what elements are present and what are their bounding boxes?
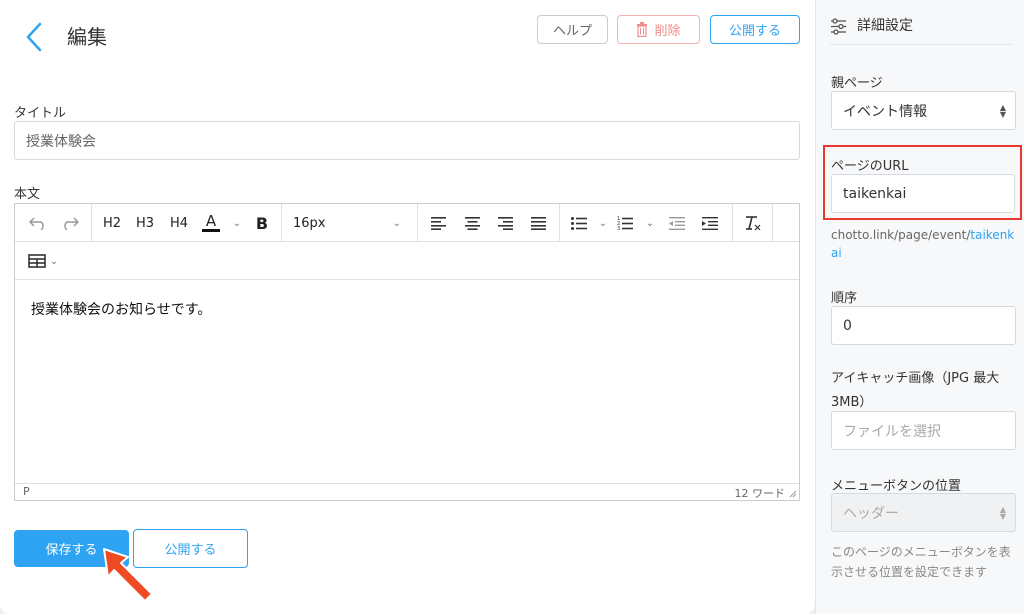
toolbar-divider (91, 204, 92, 242)
indent-button[interactable] (698, 204, 722, 242)
menu-position-help: このページのメニューボタンを表示させる位置を設定できます (831, 545, 1011, 579)
outdent-button[interactable] (665, 204, 689, 242)
undo-icon (29, 217, 44, 230)
body-label: 本文 (14, 187, 41, 202)
bullet-list-icon (571, 216, 587, 230)
toolbar-divider (559, 204, 560, 242)
menu-position-select[interactable]: ヘッダー ▲ ▼ (831, 493, 1016, 532)
align-justify-button[interactable] (525, 204, 551, 242)
heading-2-button[interactable]: H2 (98, 204, 126, 242)
select-arrows-icon: ▲ ▼ (999, 103, 1006, 119)
element-path: P (23, 485, 30, 498)
text-color-button[interactable]: A (200, 204, 222, 242)
title-input[interactable]: 授業体験会 (14, 121, 800, 160)
numbered-list-button[interactable]: 123 (614, 204, 636, 242)
parent-page-label: 親ページ (831, 76, 883, 91)
bullet-list-button[interactable] (568, 204, 590, 242)
rich-text-editor: H2 H3 H4 A ⌄ B 16px ⌄ ⌄ 1 2 3 ⌄ ⌄ 授業体験会の… (14, 203, 800, 501)
redo-button[interactable] (55, 204, 85, 242)
font-size-select[interactable]: 16px ⌄ (285, 204, 409, 242)
help-button[interactable]: ヘルプ (537, 15, 608, 44)
sidebar-title: 詳細設定 (857, 18, 913, 34)
bold-button[interactable]: B (251, 204, 273, 242)
order-value: 0 (843, 317, 852, 334)
chevron-down-icon: ⌄ (392, 217, 401, 229)
toolbar-divider (281, 204, 282, 242)
align-left-icon (430, 216, 446, 230)
table-button[interactable]: ⌄ (23, 242, 63, 280)
outdent-icon (669, 216, 685, 230)
settings-sidebar: 詳細設定 親ページ イベント情報 ▲ ▼ ページのURL taikenkai ch… (815, 0, 1024, 614)
align-justify-icon (530, 216, 546, 230)
title-value: 授業体験会 (26, 133, 96, 150)
page-url-preview: chotto.link/page/event/taikenkai (831, 226, 1017, 262)
toolbar-divider (417, 204, 418, 242)
text-color-swatch (202, 229, 220, 232)
chevron-down-icon[interactable]: ⌄ (230, 204, 244, 242)
parent-page-value: イベント情報 (843, 103, 927, 120)
heading-4-button[interactable]: H4 (165, 204, 193, 242)
align-right-icon (497, 216, 513, 230)
align-center-icon (464, 216, 480, 230)
align-right-button[interactable] (492, 204, 518, 242)
delete-button[interactable]: 削除 (617, 15, 700, 44)
page-title: 編集 (67, 25, 107, 49)
heading-3-button[interactable]: H3 (131, 204, 159, 242)
font-size-value: 16px (293, 215, 326, 231)
menu-position-label: メニューボタンの位置 (831, 479, 962, 494)
order-input[interactable]: 0 (831, 306, 1016, 345)
clear-format-icon (746, 216, 761, 231)
chevron-down-icon: ⌄ (49, 255, 59, 267)
align-center-button[interactable] (459, 204, 485, 242)
table-icon (27, 254, 46, 268)
page-url-value: taikenkai (843, 185, 907, 202)
undo-button[interactable] (23, 204, 53, 242)
sidebar-header: 詳細設定 (830, 15, 1012, 45)
trash-icon (637, 22, 648, 37)
order-label: 順序 (831, 291, 858, 306)
file-placeholder: ファイルを選択 (843, 423, 941, 440)
header-publish-button[interactable]: 公開する (710, 15, 800, 44)
url-prefix: chotto.link/page/event/ (831, 228, 971, 242)
header-publish-label: 公開する (728, 24, 781, 39)
back-chevron-icon[interactable] (24, 22, 46, 52)
text-color-icon: A (205, 212, 217, 230)
save-label: 保存する (45, 543, 98, 558)
numbered-list-icon: 123 (617, 216, 633, 230)
page-url-label: ページのURL (831, 159, 909, 174)
clear-format-button[interactable] (739, 204, 765, 242)
delete-label: 削除 (654, 24, 681, 39)
svg-text:3: 3 (617, 226, 620, 230)
parent-page-select[interactable]: イベント情報 ▲ ▼ (831, 91, 1016, 130)
editor-content[interactable]: 授業体験会のお知らせです。 (31, 299, 211, 319)
publish-label: 公開する (164, 543, 217, 558)
align-left-button[interactable] (425, 204, 451, 242)
toolbar-divider (732, 204, 733, 242)
editor-toolbar: H2 H3 H4 A ⌄ B 16px ⌄ ⌄ 1 2 3 ⌄ (15, 204, 799, 242)
editor-main: 編集 ヘルプ 削除 公開する タイトル 授業体験会 本文 H2 H3 H4 A … (0, 0, 815, 614)
word-count: 12 ワード (734, 487, 786, 500)
editor-statusbar: P 12 ワード (15, 483, 799, 500)
toolbar-divider (772, 204, 773, 242)
title-label: タイトル (14, 106, 67, 121)
sliders-icon (831, 18, 846, 35)
redo-icon (64, 217, 79, 230)
pointer-arrow-icon (103, 548, 153, 602)
menu-position-value: ヘッダー (843, 505, 899, 522)
chevron-down-icon[interactable]: ⌄ (596, 204, 610, 242)
editor-toolbar-row-2: ⌄ (15, 242, 799, 280)
indent-icon (702, 216, 718, 230)
select-arrows-icon: ▲ ▼ (999, 505, 1006, 521)
resize-handle-icon[interactable] (789, 490, 797, 498)
eyecatch-file-input[interactable]: ファイルを選択 (831, 411, 1016, 450)
page-url-input[interactable]: taikenkai (831, 174, 1015, 213)
eyecatch-label: アイキャッチ画像（JPG 最大3MB） (831, 371, 1000, 410)
help-label: ヘルプ (552, 24, 592, 39)
chevron-down-icon[interactable]: ⌄ (643, 204, 657, 242)
